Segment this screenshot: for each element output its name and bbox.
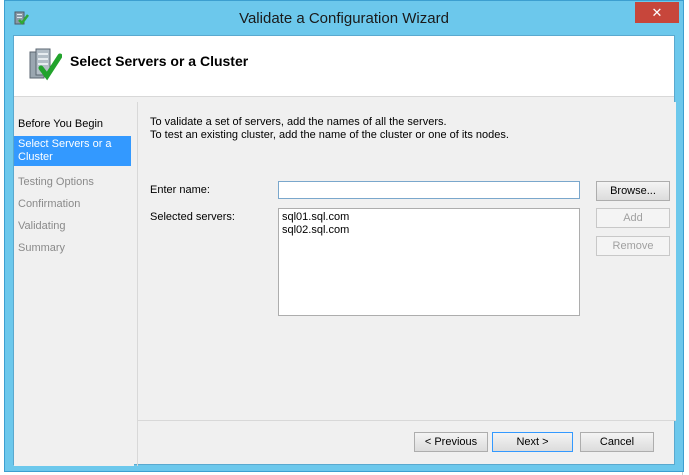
server-check-icon bbox=[29, 48, 62, 81]
list-item[interactable]: sql01.sql.com bbox=[282, 211, 576, 224]
close-button[interactable]: ✕ bbox=[635, 2, 679, 23]
enter-name-label: Enter name: bbox=[150, 184, 210, 196]
previous-button[interactable]: < Previous bbox=[414, 432, 488, 452]
nav-item-testing-options: Testing Options bbox=[18, 176, 94, 188]
nav-item-confirmation: Confirmation bbox=[18, 198, 81, 210]
browse-button[interactable]: Browse... bbox=[596, 181, 670, 201]
selected-servers-label: Selected servers: bbox=[150, 211, 235, 223]
footer-divider bbox=[138, 420, 676, 421]
remove-button[interactable]: Remove bbox=[596, 236, 670, 256]
instructions: To validate a set of servers, add the na… bbox=[150, 116, 509, 142]
next-button[interactable]: Next > bbox=[492, 432, 573, 452]
close-icon: ✕ bbox=[651, 5, 663, 20]
cancel-button[interactable]: Cancel bbox=[580, 432, 654, 452]
nav-item-before-you-begin[interactable]: Before You Begin bbox=[14, 116, 131, 133]
page-title: Select Servers or a Cluster bbox=[70, 53, 249, 69]
wizard-window: Validate a Configuration Wizard ✕ Select… bbox=[4, 0, 684, 472]
wizard-header: Select Servers or a Cluster bbox=[14, 36, 674, 97]
window-title: Validate a Configuration Wizard bbox=[239, 10, 449, 27]
nav-item-validating: Validating bbox=[18, 220, 66, 232]
title-bar[interactable]: Validate a Configuration Wizard ✕ bbox=[5, 1, 683, 35]
server-name-input[interactable] bbox=[278, 181, 580, 199]
list-item[interactable]: sql02.sql.com bbox=[282, 224, 576, 237]
add-button[interactable]: Add bbox=[596, 208, 670, 228]
instruction-line-1: To validate a set of servers, add the na… bbox=[150, 116, 447, 128]
nav-item-select-servers[interactable]: Select Servers or a Cluster bbox=[14, 136, 131, 166]
selected-servers-list[interactable]: sql01.sql.com sql02.sql.com bbox=[278, 208, 580, 316]
instruction-line-2: To test an existing cluster, add the nam… bbox=[150, 129, 509, 141]
nav-item-summary: Summary bbox=[18, 242, 66, 254]
wizard-steps-nav: Before You Begin Select Servers or a Clu… bbox=[14, 102, 134, 466]
wizard-client-area: Select Servers or a Cluster Before You B… bbox=[13, 35, 676, 466]
wizard-content: To validate a set of servers, add the na… bbox=[138, 102, 676, 420]
